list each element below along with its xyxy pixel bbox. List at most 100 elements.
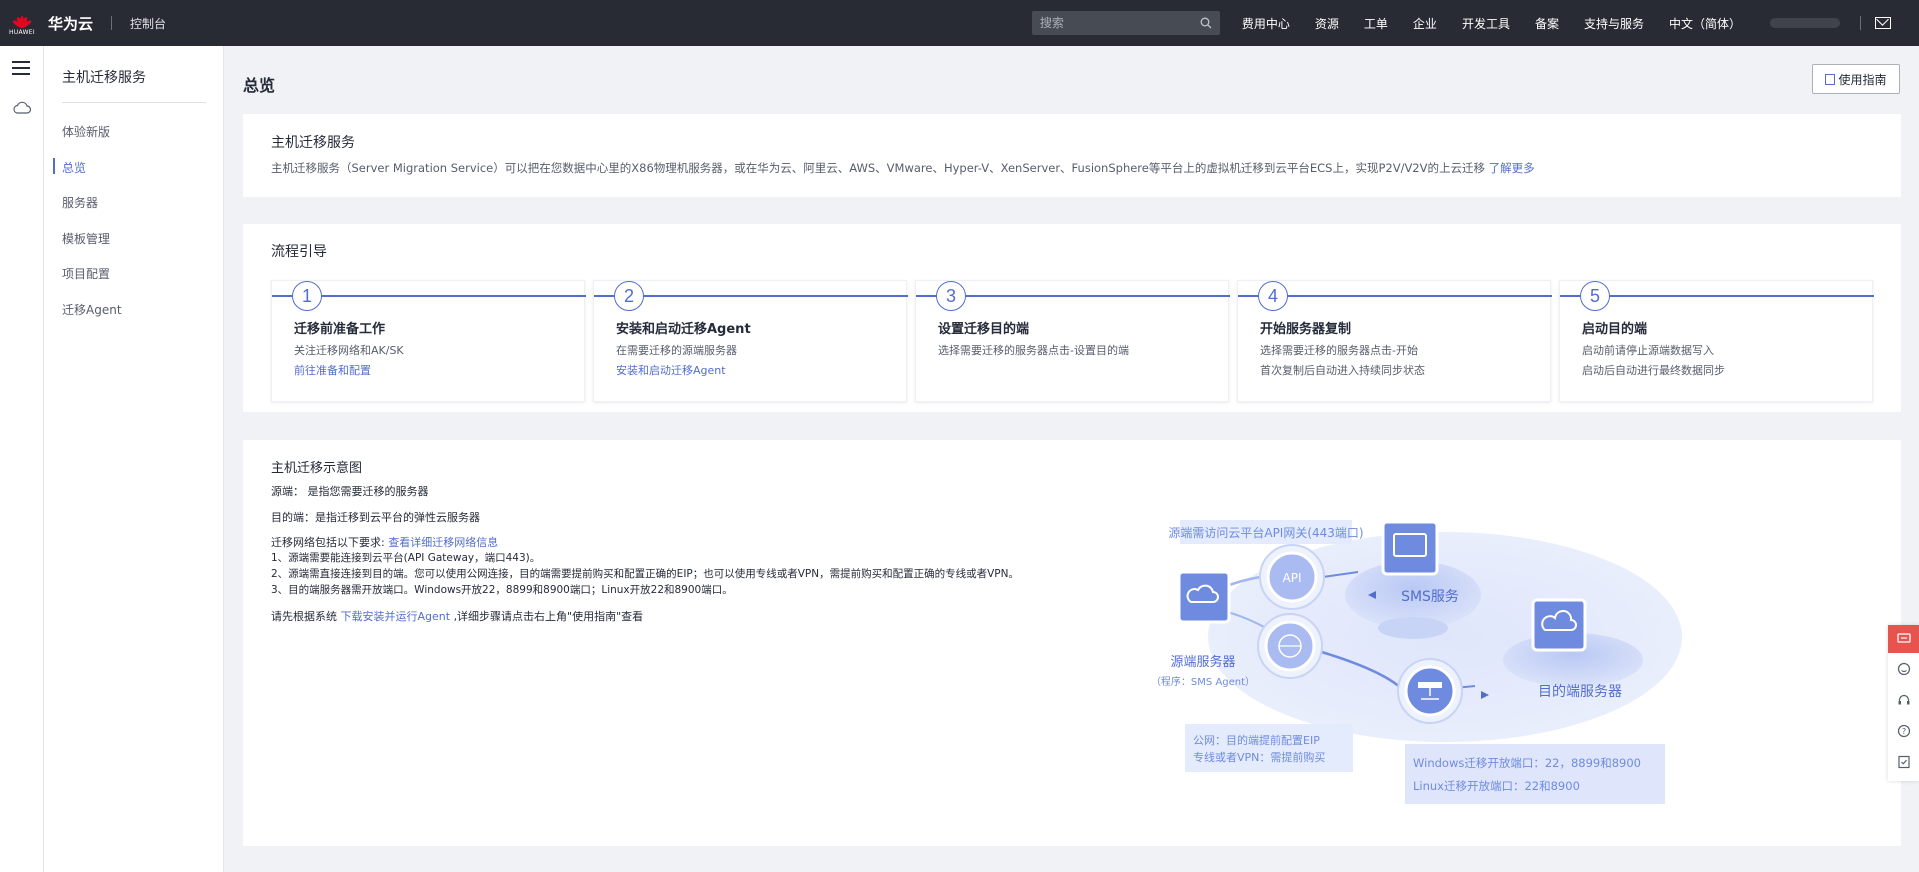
nav-dev-tools[interactable]: 开发工具: [1462, 15, 1510, 32]
target-server-label: 目的端服务器: [1538, 684, 1622, 700]
sms-service-label: SMS服务: [1401, 589, 1459, 605]
top-bar: HUAWEI 华为云 控制台 费用中心 资源 工单 企业 开发工具 备案 支持与…: [0, 0, 1919, 46]
api-gateway-label: 源端需访问云平台API网关(443端口): [1168, 525, 1363, 540]
checklist-icon[interactable]: [1888, 746, 1919, 777]
source-server-sub: （程序：SMS Agent）: [1151, 675, 1255, 688]
help-icon[interactable]: ?: [1888, 715, 1919, 746]
diagram-title: 主机迁移示意图: [271, 461, 363, 476]
sidebar-item-servers[interactable]: 服务器: [62, 194, 98, 211]
step-card: 2 安装和启动迁移Agent 在需要迁移的源端服务器 安装和启动迁移Agent: [593, 280, 908, 402]
learn-more-link[interactable]: 了解更多: [1489, 161, 1535, 175]
flow-title: 流程引导: [271, 244, 327, 260]
step-description: 选择需要迁移的服务器点击-开始: [1260, 344, 1418, 357]
search-box[interactable]: [1031, 11, 1220, 35]
active-indicator: [53, 158, 55, 174]
step-number: 5: [1580, 281, 1610, 311]
brand-name[interactable]: 华为云: [48, 13, 93, 34]
intro-card: 主机迁移服务 主机迁移服务（Server Migration Service）可…: [243, 114, 1901, 197]
huawei-logo[interactable]: HUAWEI: [4, 0, 40, 46]
port-note-box: [1405, 744, 1665, 804]
step-card: 4 开始服务器复制 选择需要迁移的服务器点击-开始 首次复制后自动进入持续同步状…: [1237, 280, 1552, 402]
mail-icon[interactable]: [1875, 17, 1891, 29]
menu-icon[interactable]: [12, 61, 30, 75]
download-suffix: ,详细步骤请点击右上角"使用指南"查看: [453, 610, 644, 623]
sidebar-divider: [62, 102, 206, 103]
step-title: 迁移前准备工作: [294, 322, 386, 337]
prepare-config-link[interactable]: 前往准备和配置: [294, 362, 371, 378]
nav-tickets[interactable]: 工单: [1364, 15, 1388, 32]
sms-service-icon: [1381, 520, 1439, 576]
network-intro: 迁移网络包括以下要求: 查看详细迁移网络信息: [271, 534, 498, 550]
target-definition: 目的端：是指迁移到云平台的弹性云服务器: [271, 511, 480, 524]
sidebar-item-project-config[interactable]: 项目配置: [62, 265, 110, 282]
intro-text: 主机迁移服务（Server Migration Service）可以把在您数据中…: [271, 160, 1535, 176]
port-note-line2: Linux迁移开放端口：22和8900: [1413, 779, 1580, 793]
step-card: 1 迁移前准备工作 关注迁移网络和AK/SK 前往准备和配置: [271, 280, 586, 402]
source-definition: 源端： 是指您需要迁移的服务器: [271, 485, 429, 498]
logo-wordmark: HUAWEI: [9, 29, 35, 36]
download-line: 请先根据系统 下载安装并运行Agent ,详细步骤请点击右上角"使用指南"查看: [271, 608, 643, 624]
huawei-flower-icon: [12, 16, 32, 28]
edit-doc-icon: [1825, 73, 1836, 85]
console-link[interactable]: 控制台: [130, 15, 166, 32]
network-note-line1: 公网：目的端提前配置EIP: [1193, 733, 1320, 747]
page-title: 总览: [243, 76, 276, 95]
step-description: 选择需要迁移的服务器点击-设置目的端: [938, 344, 1129, 357]
headset-icon[interactable]: [1888, 684, 1919, 715]
intro-description: 主机迁移服务（Server Migration Service）可以把在您数据中…: [271, 161, 1485, 175]
requirement-1: 1、源端需要能连接到云平台(API Gateway，端口443)。: [271, 552, 541, 564]
user-account-redacted[interactable]: [1770, 18, 1840, 28]
smile-icon[interactable]: [1888, 653, 1919, 684]
sidebar-item-try-new[interactable]: 体验新版: [62, 123, 110, 140]
diagram-card: 主机迁移示意图 源端： 是指您需要迁移的服务器 目的端：是指迁移到云平台的弹性云…: [243, 440, 1901, 846]
step-description: 启动前请停止源端数据写入: [1582, 344, 1714, 357]
step-description: 首次复制后自动进入持续同步状态: [1260, 364, 1425, 377]
step-description: 启动后自动进行最终数据同步: [1582, 364, 1725, 377]
service-rail: [0, 46, 44, 872]
requirement-3: 3、目的端服务器需开放端口。Windows开放22，8899和8900端口；Li…: [271, 584, 733, 596]
search-icon[interactable]: [1200, 17, 1212, 29]
step-description: 关注迁移网络和AK/SK: [294, 344, 404, 357]
network-info-link[interactable]: 查看详细迁移网络信息: [388, 536, 498, 549]
intro-title: 主机迁移服务: [271, 135, 355, 151]
user-guide-button[interactable]: 使用指南: [1812, 64, 1900, 94]
nav-billing[interactable]: 费用中心: [1242, 15, 1290, 32]
network-note-box: [1185, 724, 1353, 772]
step-title: 启动目的端: [1582, 322, 1648, 337]
step-title: 安装和启动迁移Agent: [616, 322, 751, 337]
api-icon-label: API: [1283, 571, 1302, 585]
network-note-line2: 专线或者VPN：需提前购买: [1193, 750, 1325, 764]
flow-card: 流程引导 1 迁移前准备工作 关注迁移网络和AK/SK 前往准备和配置 2 安装…: [243, 224, 1901, 412]
target-server-icon: [1531, 598, 1587, 652]
step-number: 3: [936, 281, 966, 311]
step-title: 开始服务器复制: [1260, 322, 1352, 337]
step-card: 5 启动目的端 启动前请停止源端数据写入 启动后自动进行最终数据同步: [1559, 280, 1874, 402]
svg-text:?: ?: [1901, 727, 1905, 736]
nav-resources[interactable]: 资源: [1315, 15, 1339, 32]
feedback-icon[interactable]: [1888, 625, 1919, 653]
nav-icp[interactable]: 备案: [1535, 15, 1559, 32]
step-title: 设置迁移目的端: [938, 322, 1030, 337]
header-divider: [1860, 16, 1861, 30]
nav-support[interactable]: 支持与服务: [1584, 15, 1644, 32]
network-intro-text: 迁移网络包括以下要求:: [271, 536, 385, 549]
migration-diagram: 源端需访问云平台API网关(443端口) 源端服务器 （程序：SMS Agent…: [1151, 520, 1682, 804]
install-agent-link[interactable]: 安装和启动迁移Agent: [616, 362, 726, 378]
nav-enterprise[interactable]: 企业: [1413, 15, 1437, 32]
sidebar-item-agent[interactable]: 迁移Agent: [62, 301, 122, 318]
sidebar-item-templates[interactable]: 模板管理: [62, 230, 110, 247]
port-note-line1: Windows迁移开放端口：22，8899和8900: [1413, 756, 1641, 770]
download-agent-link[interactable]: 下载安装并运行Agent: [341, 610, 451, 623]
header-divider: [111, 16, 113, 30]
cloud-icon[interactable]: [12, 101, 32, 115]
step-number: 1: [292, 281, 322, 311]
step-description: 在需要迁移的源端服务器: [616, 344, 737, 357]
nav-language[interactable]: 中文（简体）: [1669, 15, 1741, 32]
source-server-label: 源端服务器: [1170, 654, 1235, 670]
sidebar-item-overview[interactable]: 总览: [62, 159, 86, 176]
floating-toolbar: ?: [1888, 625, 1919, 781]
download-prefix: 请先根据系统: [271, 610, 337, 623]
search-input[interactable]: [1039, 16, 1200, 30]
step-card: 3 设置迁移目的端 选择需要迁移的服务器点击-设置目的端: [915, 280, 1230, 402]
sidebar-title: 主机迁移服务: [62, 70, 146, 86]
